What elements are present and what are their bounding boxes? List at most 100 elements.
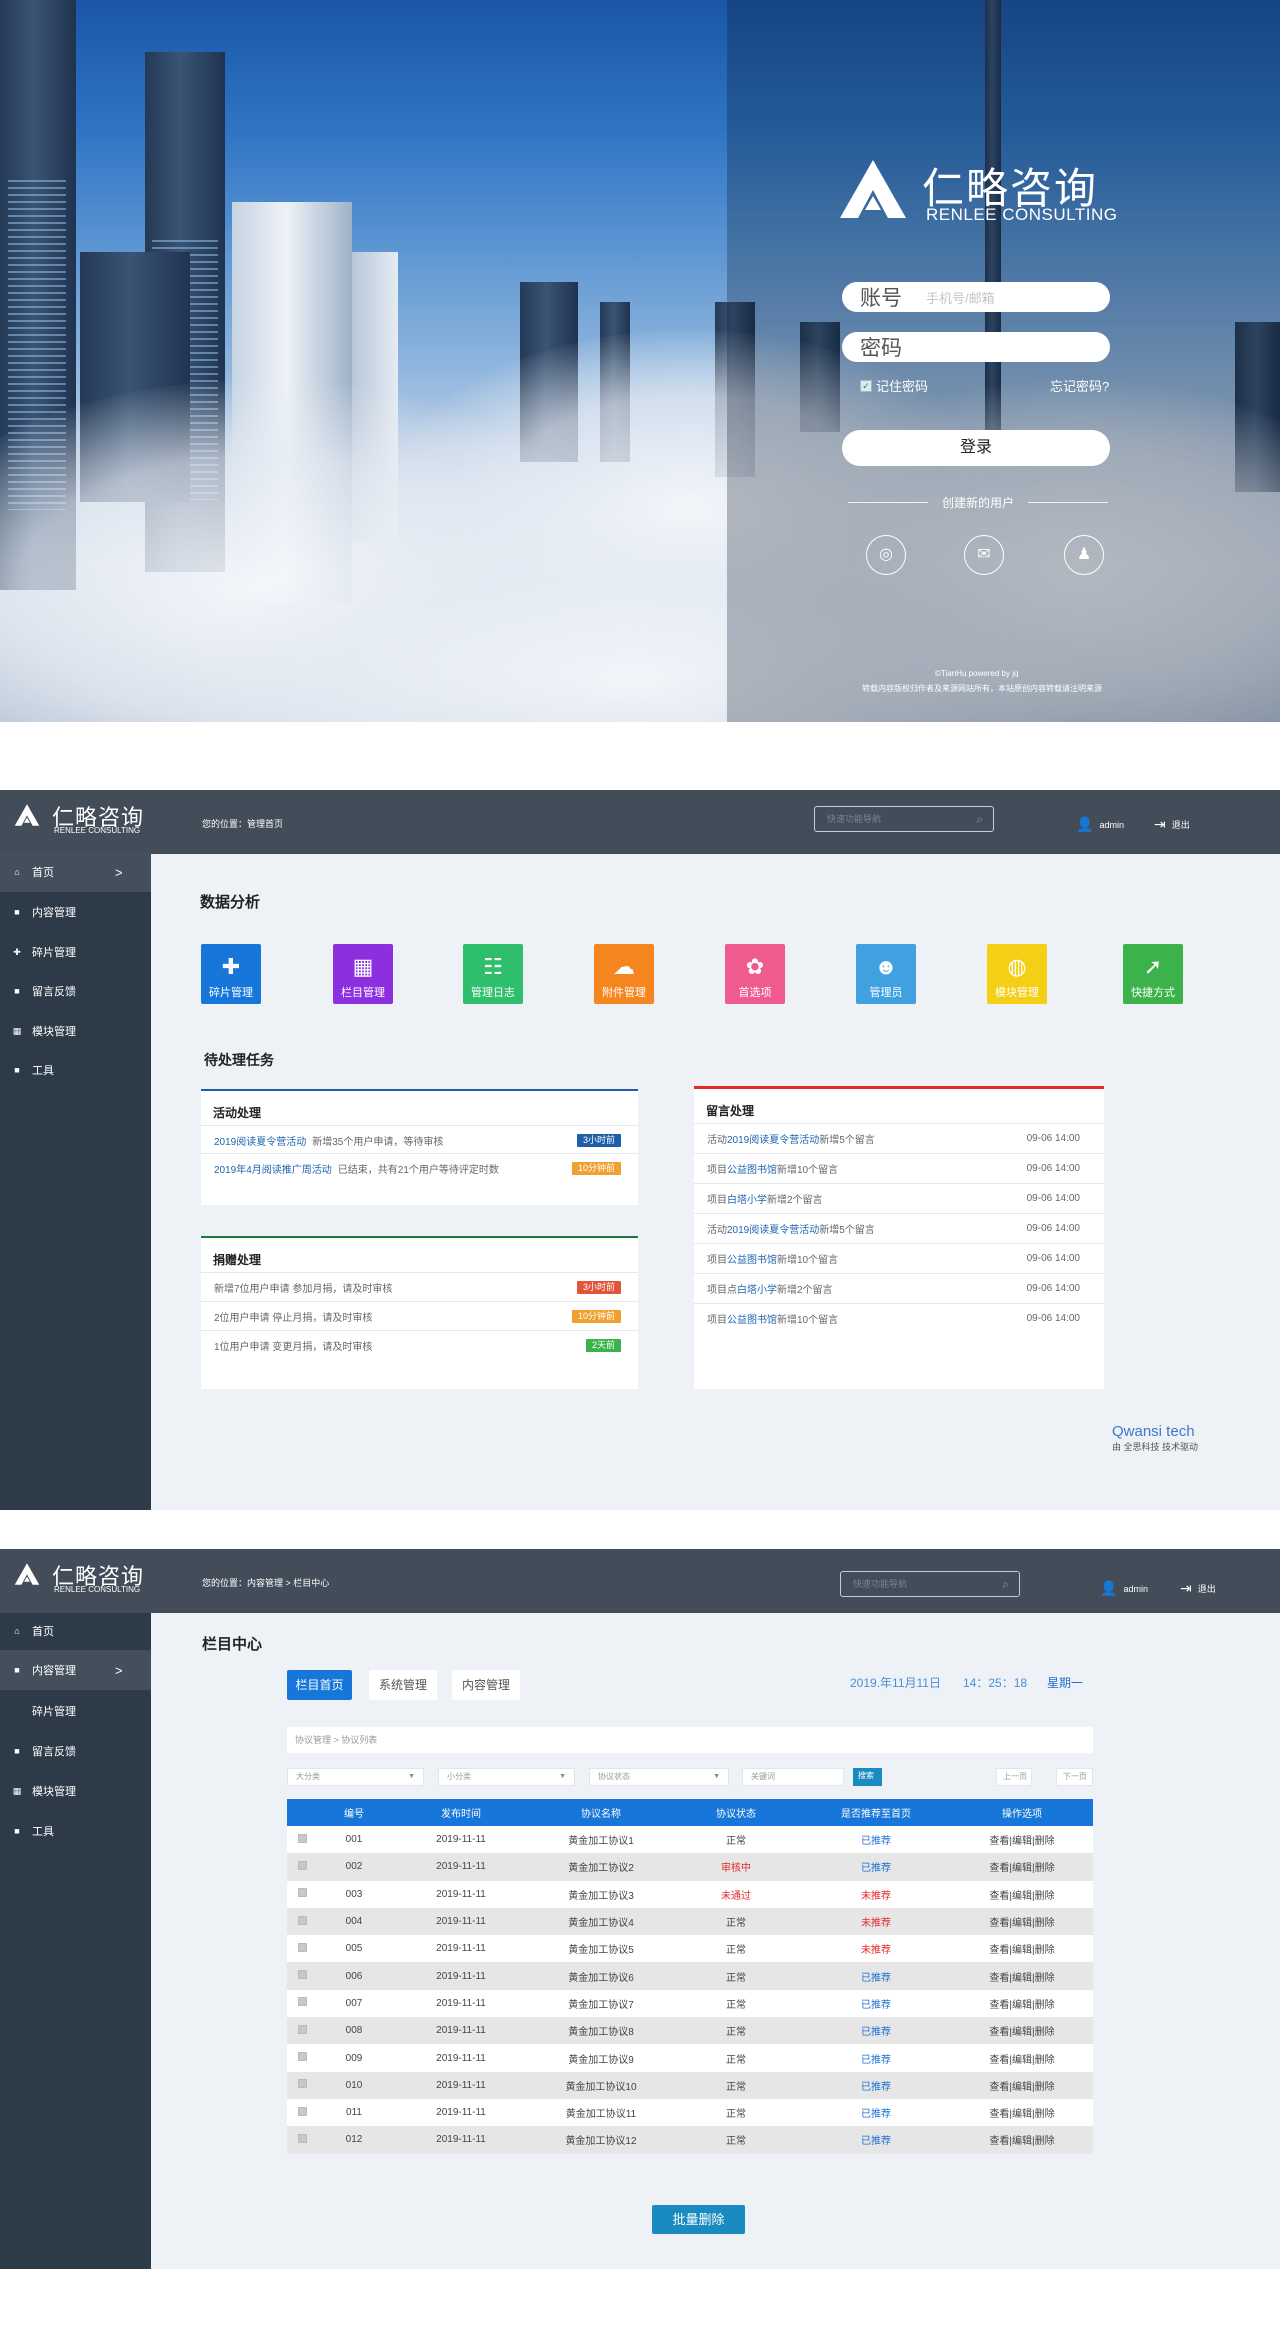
list-item[interactable]: 2019年4月阅读推广周活动 已结束，共有21个用户等待评定时数 10分钟前 <box>201 1153 638 1183</box>
forgot-password-link[interactable]: 忘记密码? <box>1050 376 1109 395</box>
sidebar-item-fragments[interactable]: ✚ 碎片管理 <box>0 932 151 972</box>
row-checkbox[interactable] <box>297 2106 307 2116</box>
sidebar-item-home[interactable]: ⌂ 首页 <box>0 1611 151 1651</box>
activity-link[interactable]: 2019年4月阅读推广周活动 <box>214 1161 332 1176</box>
message-link[interactable]: 白塔小学 <box>727 1191 767 1206</box>
tile-7[interactable]: ◍ 模块管理 <box>987 944 1047 1004</box>
message-link[interactable]: 2019阅读夏令营活动 <box>727 1131 819 1146</box>
quick-nav-search-input[interactable]: 快速功能导航 ⌕ <box>814 806 994 832</box>
tile-6[interactable]: ☻ 管理员 <box>856 944 916 1004</box>
row-actions[interactable]: 查看|编辑|删除 <box>951 1832 1093 1847</box>
sidebar-item-home[interactable]: ⌂ 首页 > <box>0 852 151 892</box>
row-checkbox[interactable] <box>297 1833 307 1843</box>
table-cell[interactable]: 已推荐 <box>801 1996 951 2011</box>
message-link[interactable]: 公益图书馆 <box>727 1161 777 1176</box>
row-actions[interactable]: 查看|编辑|删除 <box>951 2051 1093 2066</box>
search-icon[interactable]: ⌕ <box>1002 1572 1009 1596</box>
row-actions[interactable]: 查看|编辑|删除 <box>951 1859 1093 1874</box>
prev-page-button[interactable]: 上一页 <box>996 1768 1032 1786</box>
table-row[interactable]: 012 2019-11-11 黄金加工协议12 正常 已推荐 查看|编辑|删除 <box>287 2126 1093 2154</box>
sidebar-item-fragments[interactable]: 碎片管理 <box>0 1691 151 1731</box>
remember-password-checkbox[interactable]: ✓ 记住密码 <box>860 376 928 395</box>
search-button[interactable]: 搜索 <box>853 1768 882 1786</box>
bulk-delete-button[interactable]: 批量删除 <box>652 2205 745 2234</box>
table-cell[interactable]: 已推荐 <box>801 2078 951 2093</box>
row-actions[interactable]: 查看|编辑|删除 <box>951 1996 1093 2011</box>
row-checkbox[interactable] <box>297 1970 307 1980</box>
sidebar-item-tools[interactable]: ■ 工具 <box>0 1811 151 1851</box>
message-link[interactable]: 公益图书馆 <box>727 1251 777 1266</box>
list-item[interactable]: 1位用户申请 变更月捐，请及时审核 2天前 <box>201 1330 638 1360</box>
list-item[interactable]: 项目 公益图书馆 新增10个留言 09-06 14:00 <box>694 1243 1104 1273</box>
search-icon[interactable]: ⌕ <box>976 807 983 831</box>
row-checkbox[interactable] <box>297 1942 307 1952</box>
table-row[interactable]: 008 2019-11-11 黄金加工协议8 正常 已推荐 查看|编辑|删除 <box>287 2017 1093 2045</box>
subcategory-select[interactable]: 小分类 ▼ <box>438 1768 575 1786</box>
table-cell[interactable]: 已推荐 <box>801 1832 951 1847</box>
next-page-button[interactable]: 下一页 <box>1056 1768 1093 1786</box>
row-actions[interactable]: 查看|编辑|删除 <box>951 2132 1093 2147</box>
logout-button[interactable]: ⇥ 退出 <box>1154 816 1190 833</box>
row-actions[interactable]: 查看|编辑|删除 <box>951 2105 1093 2120</box>
row-checkbox[interactable] <box>297 2052 307 2062</box>
list-item[interactable]: 项目 公益图书馆 新增10个留言 09-06 14:00 <box>694 1153 1104 1183</box>
qq-icon[interactable]: ♟ <box>1064 535 1104 575</box>
tile-2[interactable]: ▦ 栏目管理 <box>333 944 393 1004</box>
message-link[interactable]: 公益图书馆 <box>727 1311 777 1326</box>
login-button[interactable]: 登录 <box>842 430 1110 466</box>
tab-system[interactable]: 系统管理 <box>369 1670 437 1700</box>
table-row[interactable]: 011 2019-11-11 黄金加工协议11 正常 已推荐 查看|编辑|删除 <box>287 2098 1093 2127</box>
table-cell[interactable]: 已推荐 <box>801 2132 951 2147</box>
table-row[interactable]: 004 2019-11-11 黄金加工协议4 正常 未推荐 查看|编辑|删除 <box>287 1907 1093 1936</box>
table-row[interactable]: 001 2019-11-11 黄金加工协议1 正常 已推荐 查看|编辑|删除 <box>287 1826 1093 1854</box>
row-actions[interactable]: 查看|编辑|删除 <box>951 2023 1093 2038</box>
table-cell[interactable]: 已推荐 <box>801 2023 951 2038</box>
row-checkbox[interactable] <box>297 1888 307 1898</box>
sidebar-item-modules[interactable]: ▦ 模块管理 <box>0 1011 151 1051</box>
row-checkbox[interactable] <box>297 2133 307 2143</box>
row-actions[interactable]: 查看|编辑|删除 <box>951 1969 1093 1984</box>
table-row[interactable]: 003 2019-11-11 黄金加工协议3 未通过 未推荐 查看|编辑|删除 <box>287 1880 1093 1908</box>
row-checkbox[interactable] <box>297 2079 307 2089</box>
tile-8[interactable]: ➚ 快捷方式 <box>1123 944 1183 1004</box>
table-cell[interactable]: 已推荐 <box>801 2051 951 2066</box>
table-row[interactable]: 005 2019-11-11 黄金加工协议5 正常 未推荐 查看|编辑|删除 <box>287 1935 1093 1963</box>
list-item[interactable]: 2019阅读夏令营活动 新增35个用户申请，等待审核 3小时前 <box>201 1125 638 1155</box>
account-field[interactable]: 账号 手机号/邮箱 <box>842 282 1110 312</box>
checkbox-icon[interactable]: ✓ <box>860 379 872 392</box>
password-field[interactable]: 密码 <box>842 332 1110 362</box>
list-item[interactable]: 活动 2019阅读夏令营活动 新增5个留言 09-06 14:00 <box>694 1213 1104 1243</box>
weibo-icon[interactable]: ◎ <box>866 535 906 575</box>
row-actions[interactable]: 查看|编辑|删除 <box>951 1941 1093 1956</box>
activity-link[interactable]: 2019阅读夏令营活动 <box>214 1133 306 1148</box>
row-actions[interactable]: 查看|编辑|删除 <box>951 1887 1093 1902</box>
table-cell[interactable]: 已推荐 <box>801 1969 951 1984</box>
list-item[interactable]: 活动 2019阅读夏令营活动 新增5个留言 09-06 14:00 <box>694 1123 1104 1153</box>
tab-column-home[interactable]: 栏目首页 <box>287 1670 352 1700</box>
table-row[interactable]: 006 2019-11-11 黄金加工协议6 正常 已推荐 查看|编辑|删除 <box>287 1962 1093 1990</box>
message-link[interactable]: 白塔小学 <box>737 1281 777 1296</box>
table-cell[interactable]: 未推荐 <box>801 1914 951 1929</box>
message-link[interactable]: 2019阅读夏令营活动 <box>727 1221 819 1236</box>
logout-button[interactable]: ⇥ 退出 <box>1180 1580 1216 1597</box>
table-cell[interactable]: 未推荐 <box>801 1941 951 1956</box>
tile-1[interactable]: ✚ 碎片管理 <box>201 944 261 1004</box>
wechat-icon[interactable]: ✉ <box>964 535 1004 575</box>
create-user-link[interactable]: 创建新的用户 <box>848 494 1108 510</box>
row-actions[interactable]: 查看|编辑|删除 <box>951 1914 1093 1929</box>
row-actions[interactable]: 查看|编辑|删除 <box>951 2078 1093 2093</box>
sidebar-item-feedback[interactable]: ■ 留言反馈 <box>0 971 151 1011</box>
table-cell[interactable]: 未推荐 <box>801 1887 951 1902</box>
row-checkbox[interactable] <box>297 2024 307 2034</box>
quick-nav-search-input[interactable]: 快速功能导航 ⌕ <box>840 1571 1020 1597</box>
row-checkbox[interactable] <box>297 1997 307 2007</box>
list-item[interactable]: 新增7位用户申请 参加月捐，请及时审核 3小时前 <box>201 1272 638 1302</box>
table-cell[interactable]: 已推荐 <box>801 1859 951 1874</box>
tile-4[interactable]: ☁ 附件管理 <box>594 944 654 1004</box>
user-menu[interactable]: 👤 admin <box>1100 1580 1148 1597</box>
tile-5[interactable]: ✿ 首选项 <box>725 944 785 1004</box>
table-row[interactable]: 007 2019-11-11 黄金加工协议7 正常 已推荐 查看|编辑|删除 <box>287 1989 1093 2018</box>
sidebar-item-tools[interactable]: ■ 工具 <box>0 1050 151 1090</box>
sidebar-item-modules[interactable]: ▦ 模块管理 <box>0 1771 151 1811</box>
status-select[interactable]: 协议状态 ▼ <box>589 1768 729 1786</box>
